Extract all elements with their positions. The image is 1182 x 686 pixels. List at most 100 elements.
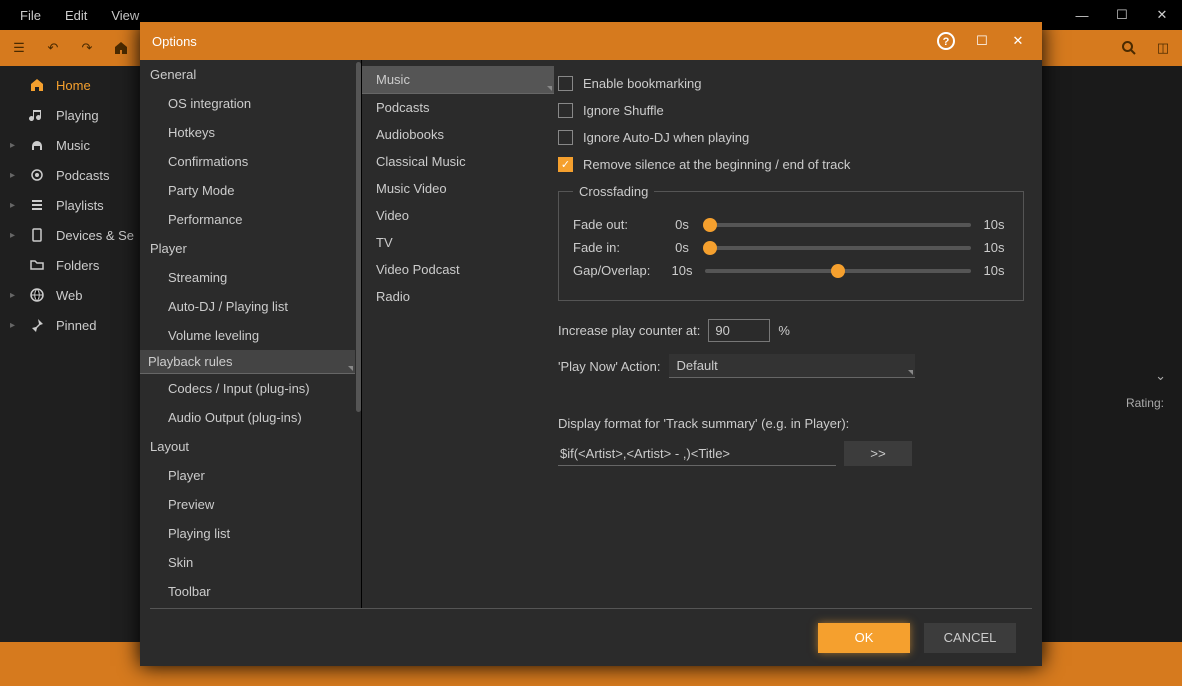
sidebar-item-label: Devices & Se bbox=[56, 228, 134, 243]
slider-label: Fade out: bbox=[573, 217, 659, 232]
head-icon bbox=[28, 136, 46, 154]
playnow-select[interactable]: Default bbox=[669, 354, 915, 378]
home-icon bbox=[28, 76, 46, 94]
category-hotkeys[interactable]: Hotkeys bbox=[140, 118, 355, 147]
menu-edit[interactable]: Edit bbox=[55, 4, 97, 27]
slider-max: 10s bbox=[979, 240, 1009, 255]
play-counter-input[interactable] bbox=[708, 319, 770, 342]
checkbox-label: Enable bookmarking bbox=[583, 76, 702, 91]
dialog-close-icon[interactable]: ✕ bbox=[1006, 29, 1030, 53]
media-type-music[interactable]: Music bbox=[362, 66, 554, 94]
media-type-podcasts[interactable]: Podcasts bbox=[362, 94, 554, 121]
slider-fade-in-: Fade in:0s10s bbox=[573, 240, 1009, 255]
slider-min: 0s bbox=[667, 217, 697, 232]
category-playback-rules[interactable]: Playback rules bbox=[140, 350, 355, 374]
slider-track[interactable] bbox=[705, 269, 971, 273]
category-library[interactable]: Library bbox=[140, 606, 355, 608]
category-os-integration[interactable]: OS integration bbox=[140, 89, 355, 118]
category-player[interactable]: Player bbox=[140, 461, 355, 490]
rating-label: Rating: bbox=[1126, 396, 1164, 410]
dialog-title: Options bbox=[152, 34, 197, 49]
category-party-mode[interactable]: Party Mode bbox=[140, 176, 355, 205]
media-type-music-video[interactable]: Music Video bbox=[362, 175, 554, 202]
chevron-down-icon[interactable]: ⌄ bbox=[1155, 368, 1166, 384]
display-format-input[interactable] bbox=[558, 442, 836, 466]
category-playing-list[interactable]: Playing list bbox=[140, 519, 355, 548]
category-audio-output-plug-ins-[interactable]: Audio Output (plug-ins) bbox=[140, 403, 355, 432]
scrollbar-thumb[interactable] bbox=[356, 62, 361, 412]
category-player[interactable]: Player bbox=[140, 234, 355, 263]
slider-thumb[interactable] bbox=[703, 241, 717, 255]
crossfading-legend: Crossfading bbox=[573, 184, 654, 199]
category-skin[interactable]: Skin bbox=[140, 548, 355, 577]
sidebar-item-label: Podcasts bbox=[56, 168, 109, 183]
slider-track[interactable] bbox=[705, 223, 971, 227]
chevron-right-icon: ▸ bbox=[10, 230, 15, 241]
media-type-audiobooks[interactable]: Audiobooks bbox=[362, 121, 554, 148]
media-type-radio[interactable]: Radio bbox=[362, 283, 554, 310]
slider-min: 10s bbox=[667, 263, 697, 278]
enable-bookmarking-checkbox[interactable]: Enable bookmarking bbox=[558, 70, 1024, 97]
display-format-label: Display format for 'Track summary' (e.g.… bbox=[558, 412, 1024, 435]
slider-max: 10s bbox=[979, 263, 1009, 278]
media-type-video[interactable]: Video bbox=[362, 202, 554, 229]
crossfading-group: Crossfading Fade out:0s10sFade in:0s10sG… bbox=[558, 184, 1024, 301]
media-type-tv[interactable]: TV bbox=[362, 229, 554, 256]
category-streaming[interactable]: Streaming bbox=[140, 263, 355, 292]
home-icon[interactable] bbox=[110, 37, 132, 59]
media-type-classical-music[interactable]: Classical Music bbox=[362, 148, 554, 175]
category-toolbar[interactable]: Toolbar bbox=[140, 577, 355, 606]
category-layout[interactable]: Layout bbox=[140, 432, 355, 461]
media-type-video-podcast[interactable]: Video Podcast bbox=[362, 256, 554, 283]
sidebar-item-label: Web bbox=[56, 288, 83, 303]
remove-silence-checkbox[interactable]: ✓ Remove silence at the beginning / end … bbox=[558, 151, 1024, 178]
search-icon[interactable] bbox=[1118, 37, 1140, 59]
category-general[interactable]: General bbox=[140, 60, 355, 89]
sidebar-item-label: Playing bbox=[56, 108, 99, 123]
menu-file[interactable]: File bbox=[10, 4, 51, 27]
ok-button[interactable]: OK bbox=[818, 623, 910, 653]
category-tree: GeneralOS integrationHotkeysConfirmation… bbox=[140, 60, 362, 608]
playnow-label: 'Play Now' Action: bbox=[558, 359, 661, 374]
media-type-list: MusicPodcastsAudiobooksClassical MusicMu… bbox=[362, 60, 554, 608]
dialog-maximize-icon[interactable]: ☐ bbox=[970, 29, 994, 53]
category-volume-leveling[interactable]: Volume leveling bbox=[140, 321, 355, 350]
sidebar-item-label: Home bbox=[56, 78, 91, 93]
chevron-right-icon: ▸ bbox=[10, 140, 15, 151]
note-icon bbox=[28, 106, 46, 124]
maximize-icon[interactable]: ☐ bbox=[1102, 0, 1142, 30]
cancel-button[interactable]: CANCEL bbox=[924, 623, 1016, 653]
category-performance[interactable]: Performance bbox=[140, 205, 355, 234]
pin-icon bbox=[28, 316, 46, 334]
sidebar-item-label: Music bbox=[56, 138, 90, 153]
close-icon[interactable]: ✕ bbox=[1142, 0, 1182, 30]
category-codecs-input-plug-ins-[interactable]: Codecs / Input (plug-ins) bbox=[140, 374, 355, 403]
ignore-shuffle-checkbox[interactable]: Ignore Shuffle bbox=[558, 97, 1024, 124]
slider-gap-overlap-: Gap/Overlap: 10s 10s bbox=[573, 263, 1009, 278]
redo-icon[interactable]: ↷ bbox=[76, 37, 98, 59]
category-auto-dj-playing-list[interactable]: Auto-DJ / Playing list bbox=[140, 292, 355, 321]
sidebar-item-label: Folders bbox=[56, 258, 99, 273]
expand-format-button[interactable]: >> bbox=[844, 441, 912, 466]
slider-thumb[interactable] bbox=[703, 218, 717, 232]
slider-label: Fade in: bbox=[573, 240, 659, 255]
options-dialog: Options ? ☐ ✕ GeneralOS integrationHotke… bbox=[140, 22, 1042, 666]
hamburger-icon[interactable]: ☰ bbox=[8, 37, 30, 59]
ignore-autodj-checkbox[interactable]: Ignore Auto-DJ when playing bbox=[558, 124, 1024, 151]
fold-icon bbox=[28, 256, 46, 274]
panel-icon[interactable]: ◫ bbox=[1152, 37, 1174, 59]
slider-track[interactable] bbox=[705, 246, 971, 250]
help-icon[interactable]: ? bbox=[934, 29, 958, 53]
slider-thumb[interactable] bbox=[831, 264, 845, 278]
slider-label: Gap/Overlap: bbox=[573, 263, 659, 278]
list-icon bbox=[28, 196, 46, 214]
chevron-right-icon: ▸ bbox=[10, 170, 15, 181]
checkbox-label: Ignore Auto-DJ when playing bbox=[583, 130, 749, 145]
undo-icon[interactable]: ↶ bbox=[42, 37, 64, 59]
category-confirmations[interactable]: Confirmations bbox=[140, 147, 355, 176]
sidebar-item-label: Pinned bbox=[56, 318, 96, 333]
chevron-right-icon: ▸ bbox=[10, 320, 15, 331]
minimize-icon[interactable]: — bbox=[1062, 0, 1102, 30]
play-counter-label: Increase play counter at: bbox=[558, 323, 700, 338]
category-preview[interactable]: Preview bbox=[140, 490, 355, 519]
